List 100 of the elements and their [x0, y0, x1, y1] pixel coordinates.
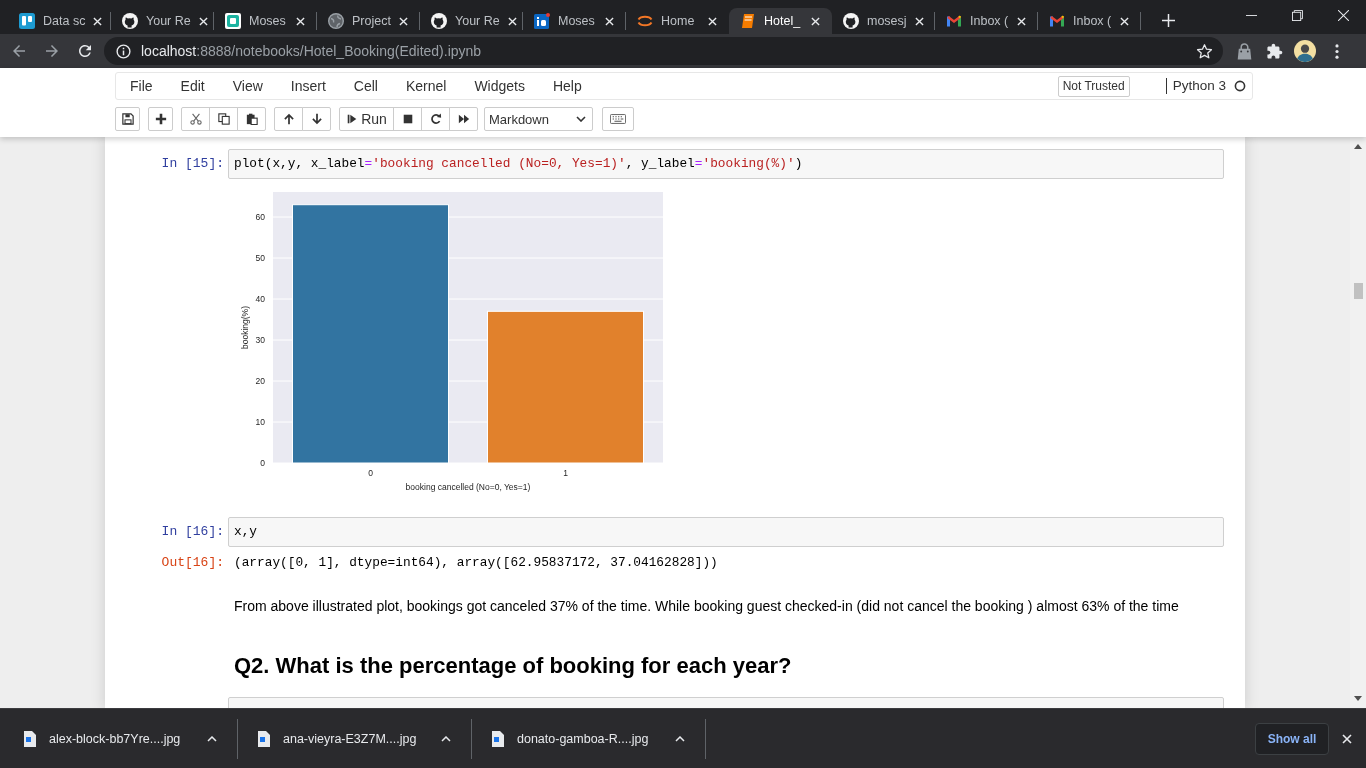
menu-icon[interactable] [1335, 43, 1339, 59]
browser-tab[interactable]: Your Re [111, 8, 214, 34]
restore-icon[interactable] [1291, 9, 1303, 21]
file-name[interactable]: alex-block-bb7Yre....jpg [49, 731, 207, 746]
restart-button[interactable] [421, 107, 450, 131]
axis-tick-label: 20 [255, 376, 265, 386]
close-icon[interactable] [198, 16, 208, 26]
run-button[interactable]: Run [339, 107, 394, 131]
menu-item[interactable]: Widgets [460, 78, 539, 94]
menu-item[interactable]: View [218, 78, 277, 94]
x-axis-label: booking cancelled (No=0, Yes=1) [405, 482, 531, 492]
file-name[interactable]: ana-vieyra-E3Z7M....jpg [283, 731, 441, 746]
close-icon[interactable] [605, 16, 614, 26]
address-bar[interactable]: localhost:8888/notebooks/Hotel_Booking(Edited).ipynb [104, 37, 1223, 65]
scrollbar-thumb[interactable] [1353, 283, 1363, 299]
chevron-up-icon[interactable] [675, 735, 685, 742]
arrow-up-icon [282, 113, 295, 125]
cat-icon [122, 13, 138, 29]
trust-button[interactable]: Not Trusted [1057, 75, 1130, 97]
close-icon[interactable] [399, 16, 408, 26]
shopping-bag-icon[interactable] [1236, 42, 1253, 60]
close-icon[interactable] [1017, 16, 1026, 26]
chevron-up-icon[interactable] [207, 735, 217, 742]
menu-item[interactable]: Edit [166, 78, 219, 94]
caret-icon [576, 116, 586, 122]
insert-cell-button[interactable] [148, 107, 173, 131]
move-up-button[interactable] [274, 107, 303, 131]
fast-forward-button[interactable] [449, 107, 478, 131]
tile-icon [225, 13, 241, 29]
close-icon[interactable] [708, 16, 717, 26]
close-icon[interactable] [296, 16, 305, 26]
stop-icon [401, 113, 414, 125]
step-forward-icon [346, 113, 359, 125]
close-icon[interactable] [811, 16, 820, 26]
close-icon[interactable] [507, 16, 517, 26]
axis-tick-label: 40 [255, 294, 265, 304]
close-icon[interactable] [1337, 9, 1349, 21]
forward-arrow-icon[interactable] [43, 42, 61, 60]
info-icon[interactable] [116, 43, 131, 59]
keyboard-button[interactable] [602, 107, 634, 131]
fast-forward-icon [457, 113, 470, 125]
copy-button[interactable] [209, 107, 238, 131]
browser-tab[interactable]: mosesj [832, 8, 935, 34]
arrow-down-icon [310, 113, 323, 125]
plus-icon[interactable] [1162, 14, 1175, 27]
triangle-up-icon[interactable] [1354, 144, 1362, 149]
browser-tab[interactable]: Home [626, 8, 729, 34]
code-cell-input[interactable]: x,y [228, 517, 1224, 547]
kernel-name: Python 3 [1165, 78, 1226, 94]
browser-tab[interactable]: Moses [523, 8, 626, 34]
cut-button[interactable] [181, 107, 210, 131]
input-prompt: In [15]: [161, 156, 224, 171]
close-icon[interactable] [914, 16, 924, 26]
scissors-icon [189, 113, 202, 125]
menu-item[interactable]: Kernel [391, 78, 461, 94]
show-all-button[interactable]: Show all [1255, 722, 1329, 755]
menu-item[interactable]: Insert [276, 78, 340, 94]
cat-icon [431, 13, 447, 29]
menu-item[interactable]: Cell [339, 78, 392, 94]
plus-icon [154, 113, 167, 125]
url-text[interactable]: localhost:8888/notebooks/Hotel_Booking(Edited).ipynb [141, 43, 482, 59]
browser-tab[interactable]: Inbox ( [1038, 8, 1141, 34]
triangle-down-icon[interactable] [1354, 696, 1362, 701]
output-prompt: Out[16]: [161, 555, 224, 570]
close-icon[interactable] [93, 16, 103, 26]
book-icon [740, 13, 756, 29]
stop-button[interactable] [393, 107, 422, 131]
browser-tab[interactable]: Your Re [420, 8, 523, 34]
browser-tab[interactable]: Moses [214, 8, 317, 34]
paste-button[interactable] [237, 107, 266, 131]
tile-icon [534, 13, 550, 29]
save-button[interactable] [115, 107, 140, 131]
star-icon[interactable] [1196, 42, 1213, 60]
globe-icon [328, 13, 344, 29]
menu-item[interactable]: Help [538, 78, 596, 94]
browser-tab[interactable]: Project [317, 8, 420, 34]
file-name[interactable]: donato-gamboa-R....jpg [517, 731, 675, 746]
arcs-icon [637, 13, 653, 29]
reload-icon[interactable] [76, 42, 94, 60]
keyboard-icon [610, 114, 626, 124]
axis-tick-label: 1 [563, 468, 568, 478]
file-icon[interactable] [492, 730, 504, 747]
axis-tick-label: 60 [255, 212, 265, 222]
menu-item[interactable]: File [116, 78, 167, 94]
file-icon[interactable] [24, 730, 36, 747]
input-prompt: In [16]: [161, 524, 224, 539]
browser-tab[interactable]: Hotel_ [729, 8, 832, 34]
close-icon[interactable] [1120, 16, 1129, 26]
clipboard-icon [245, 113, 258, 125]
file-icon[interactable] [258, 730, 270, 747]
close-icon[interactable] [1342, 733, 1352, 744]
avatar-icon[interactable] [1294, 40, 1316, 62]
browser-tab[interactable]: Data sc [8, 8, 111, 34]
browser-tab[interactable]: Inbox ( [935, 8, 1038, 34]
cell-type-select[interactable]: Markdown [484, 107, 593, 131]
markdown-text: From above illustrated plot, bookings got canceled 37% of the time. While booking guest checked-in (did not cancel the booking ) almost 63% of the time [233, 598, 1179, 615]
code-cell-input[interactable]: plot(x,y, x_label='booking cancelled (No=0, Yes=1)', y_label='booking(%)') [228, 149, 1224, 179]
puzzle-icon[interactable] [1266, 42, 1283, 60]
chevron-up-icon[interactable] [441, 735, 451, 742]
move-down-button[interactable] [302, 107, 331, 131]
